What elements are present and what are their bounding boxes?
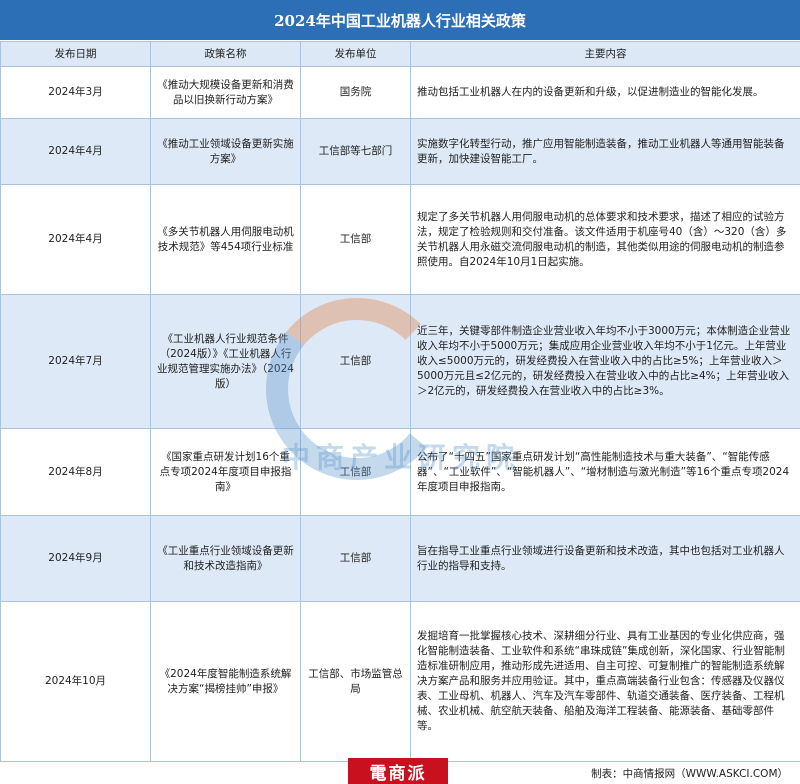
table-row: 2024年9月 《工业重点行业领域设备更新和技术改造指南》 工信部 旨在指导工业…: [0, 515, 800, 602]
cell-content: 规定了多关节机器人用伺服电动机的总体要求和技术要求，描述了相应的试验方法，规定了…: [410, 184, 800, 295]
cell-policy-name: 《推动工业领域设备更新实施方案》: [150, 118, 301, 185]
source-text: 制表：中商情报网（WWW.ASKCI.COM）: [591, 767, 788, 780]
cell-policy-name: 《2024年度智能制造系统解决方案“揭榜挂帅”申报》: [150, 601, 301, 762]
cell-content: 旨在指导工业重点行业领域进行设备更新和技术改造，其中也包括对工业机器人行业的指导…: [410, 515, 800, 602]
cell-policy-name: 《国家重点研发计划16个重点专项2024年度项目申报指南》: [150, 428, 301, 516]
cell-policy-name: 《推动大规模设备更新和消费品以旧换新行动方案》: [150, 66, 301, 119]
header-policy-name: 政策名称: [150, 41, 301, 67]
table-row: 2024年4月 《多关节机器人用伺服电动机技术规范》等454项行业标准 工信部 …: [0, 184, 800, 295]
table-row: 2024年4月 《推动工业领域设备更新实施方案》 工信部等七部门 实施数字化转型…: [0, 118, 800, 185]
table-row: 2024年7月 《工业机器人行业规范条件（2024版）》《工业机器人行业规范管理…: [0, 294, 800, 429]
table-row: 2024年8月 《国家重点研发计划16个重点专项2024年度项目申报指南》 工信…: [0, 428, 800, 516]
cell-issuer: 工信部: [300, 184, 411, 295]
header-content: 主要内容: [410, 41, 800, 67]
cell-issuer: 工信部: [300, 294, 411, 429]
header-row: 发布日期 政策名称 发布单位 主要内容: [0, 41, 800, 67]
table-title: 2024年中国工业机器人行业相关政策: [0, 0, 800, 41]
cell-date: 2024年10月: [0, 601, 151, 762]
cell-date: 2024年4月: [0, 118, 151, 185]
cell-issuer: 工信部: [300, 515, 411, 602]
cell-date: 2024年9月: [0, 515, 151, 602]
cell-content: 实施数字化转型行动，推广应用智能制造装备，推动工业机器人等通用智能装备更新，加快…: [410, 118, 800, 185]
cell-date: 2024年4月: [0, 184, 151, 295]
cell-policy-name: 《多关节机器人用伺服电动机技术规范》等454项行业标准: [150, 184, 301, 295]
source-footer: 制表：中商情报网（WWW.ASKCI.COM）: [0, 762, 800, 784]
cell-date: 2024年3月: [0, 66, 151, 119]
cell-content: 推动包括工业机器人在内的设备更新和升级，以促进制造业的智能化发展。: [410, 66, 800, 119]
cell-content: 近三年，关键零部件制造企业营业收入年均不小于3000万元；本体制造企业营业收入年…: [410, 294, 800, 429]
cell-issuer: 工信部: [300, 428, 411, 516]
cell-issuer: 工信部等七部门: [300, 118, 411, 185]
cell-policy-name: 《工业重点行业领域设备更新和技术改造指南》: [150, 515, 301, 602]
cell-issuer: 国务院: [300, 66, 411, 119]
policy-table: 发布日期 政策名称 发布单位 主要内容 2024年3月 《推动大规模设备更新和消…: [0, 41, 800, 762]
cell-content: 发掘培育一批掌握核心技术、深耕细分行业、具有工业基因的专业化供应商，强化智能制造…: [410, 601, 800, 762]
cell-policy-name: 《工业机器人行业规范条件（2024版）》《工业机器人行业规范管理实施办法》（20…: [150, 294, 301, 429]
cell-date: 2024年8月: [0, 428, 151, 516]
header-issuer: 发布单位: [300, 41, 411, 67]
table-row: 2024年10月 《2024年度智能制造系统解决方案“揭榜挂帅”申报》 工信部、…: [0, 601, 800, 762]
table-row: 2024年3月 《推动大规模设备更新和消费品以旧换新行动方案》 国务院 推动包括…: [0, 66, 800, 119]
header-date: 发布日期: [0, 41, 151, 67]
cell-date: 2024年7月: [0, 294, 151, 429]
cell-issuer: 工信部、市场监管总局: [300, 601, 411, 762]
cell-content: 公布了“十四五”国家重点研发计划“高性能制造技术与重大装备”、“智能传感器”、“…: [410, 428, 800, 516]
